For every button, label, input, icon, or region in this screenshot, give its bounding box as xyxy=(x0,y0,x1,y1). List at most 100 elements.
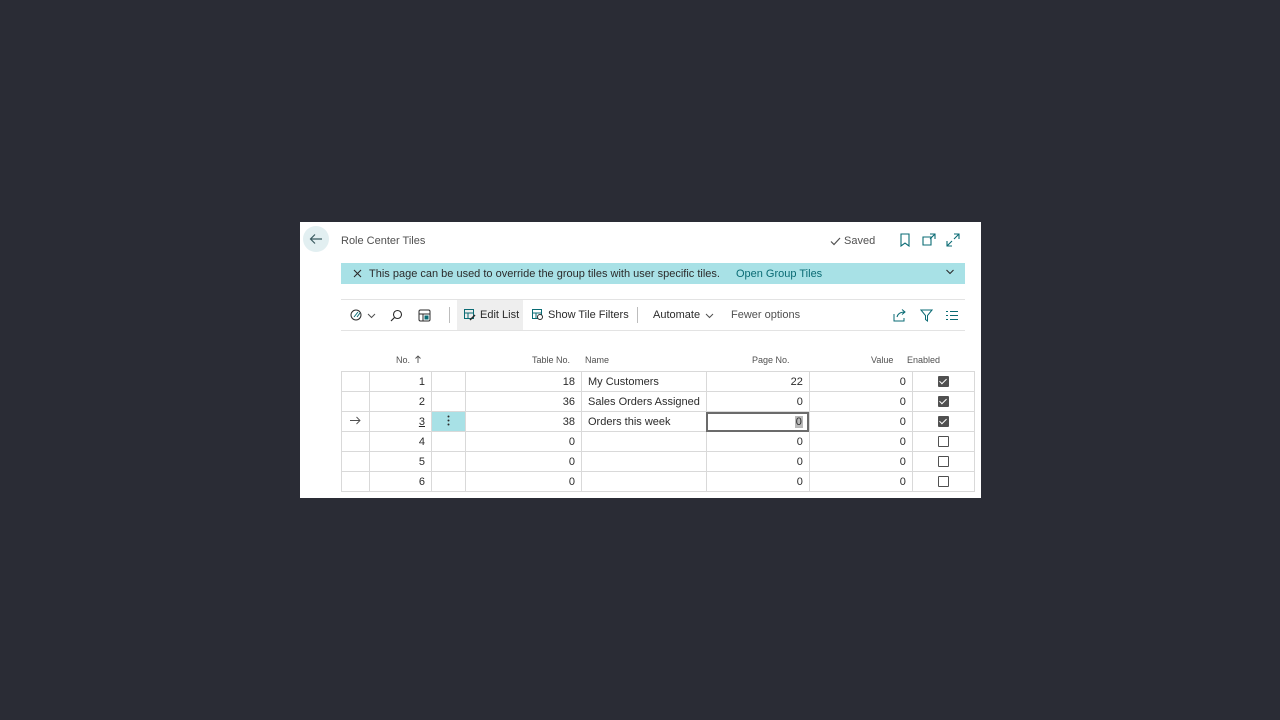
cell-page-no-input[interactable]: 0 xyxy=(705,411,810,432)
cell-no[interactable]: 2 xyxy=(369,391,432,412)
cell-enabled[interactable] xyxy=(911,411,975,432)
copilot-icon xyxy=(350,309,362,321)
column-header-table-no[interactable]: Table No. xyxy=(532,355,570,365)
cell-table-no[interactable]: 38 xyxy=(465,411,582,432)
cell-table-no[interactable]: 36 xyxy=(465,391,582,412)
table-row-selected[interactable]: 3 38 Orders this week 0 0 xyxy=(341,411,975,432)
enabled-checkbox[interactable] xyxy=(937,376,949,388)
cell-name[interactable]: Orders this week xyxy=(581,411,707,432)
toolbar-separator xyxy=(449,307,450,323)
cell-name[interactable]: Sales Orders Assigned xyxy=(581,391,707,412)
cell-table-no[interactable]: 18 xyxy=(465,371,582,392)
edit-list-icon xyxy=(464,309,476,321)
cell-enabled[interactable] xyxy=(911,431,975,452)
row-indicator xyxy=(341,411,370,432)
open-new-window-button[interactable] xyxy=(921,232,936,247)
show-tile-filters-button[interactable]: Show Tile Filters xyxy=(532,300,629,330)
share-icon xyxy=(893,308,906,321)
cell-page-no[interactable]: 0 xyxy=(705,451,810,472)
cell-page-no[interactable]: 0 xyxy=(705,471,810,492)
list-view-button[interactable] xyxy=(946,300,958,330)
filter-button[interactable] xyxy=(920,300,933,330)
fewer-options-label: Fewer options xyxy=(731,309,801,321)
search-icon xyxy=(390,309,403,321)
analysis-mode-button[interactable] xyxy=(418,300,431,330)
cell-value: 0 xyxy=(808,391,913,412)
filter-icon xyxy=(920,309,933,322)
cell-enabled[interactable] xyxy=(911,391,975,412)
cell-name[interactable]: My Customers xyxy=(581,371,707,392)
row-action-cell xyxy=(431,471,466,492)
page-title: Role Center Tiles xyxy=(341,235,426,247)
enabled-checkbox[interactable] xyxy=(937,476,949,488)
column-header-enabled[interactable]: Enabled xyxy=(907,355,940,365)
chevron-down-icon xyxy=(367,313,376,318)
cell-name[interactable] xyxy=(581,451,707,472)
column-header-value[interactable]: Value xyxy=(871,355,893,365)
banner-message: This page can be used to override the gr… xyxy=(369,267,720,280)
show-tile-filters-label: Show Tile Filters xyxy=(548,309,629,321)
cell-name[interactable] xyxy=(581,431,707,452)
cell-name[interactable] xyxy=(581,471,707,492)
cell-table-no[interactable]: 0 xyxy=(465,451,582,472)
table-row[interactable]: 5 0 0 0 xyxy=(341,451,975,472)
banner-close-button[interactable] xyxy=(351,268,363,280)
enabled-checkbox[interactable] xyxy=(937,436,949,448)
table-analysis-icon xyxy=(418,309,431,321)
copilot-menu-button[interactable] xyxy=(350,300,376,330)
cell-no[interactable]: 5 xyxy=(369,451,432,472)
row-actions-button[interactable] xyxy=(431,411,466,432)
close-icon xyxy=(353,269,361,278)
edit-list-button[interactable]: Edit List xyxy=(457,300,523,330)
cell-page-no[interactable]: 22 xyxy=(705,371,810,392)
cell-enabled[interactable] xyxy=(911,371,975,392)
column-header-name[interactable]: Name xyxy=(585,355,609,365)
share-button[interactable] xyxy=(893,300,907,330)
bookmark-icon xyxy=(899,232,910,247)
automate-menu-button[interactable]: Automate xyxy=(653,300,714,330)
table-row[interactable]: 6 0 0 0 xyxy=(341,471,975,492)
table-row[interactable]: 1 18 My Customers 22 0 xyxy=(341,371,975,392)
list-icon xyxy=(946,310,958,320)
role-center-tiles-page: Role Center Tiles Saved This page can be… xyxy=(300,222,981,498)
bookmark-button[interactable] xyxy=(897,232,912,247)
cell-page-no[interactable]: 0 xyxy=(705,431,810,452)
banner-expand-button[interactable] xyxy=(945,267,955,280)
enabled-checkbox[interactable] xyxy=(937,396,949,408)
row-indicator xyxy=(341,451,370,472)
open-in-new-window-icon xyxy=(921,232,936,246)
cell-value: 0 xyxy=(808,431,913,452)
cell-value: 0 xyxy=(808,471,913,492)
edit-list-label: Edit List xyxy=(480,309,520,321)
table-row[interactable]: 2 36 Sales Orders Assigned 0 0 xyxy=(341,391,975,412)
row-indicator xyxy=(341,471,370,492)
enabled-checkbox[interactable] xyxy=(937,416,949,428)
enabled-checkbox[interactable] xyxy=(937,456,949,468)
cell-no[interactable]: 1 xyxy=(369,371,432,392)
cell-no[interactable]: 6 xyxy=(369,471,432,492)
info-banner: This page can be used to override the gr… xyxy=(341,263,965,284)
cell-page-no[interactable]: 0 xyxy=(705,391,810,412)
cell-no[interactable]: 3 xyxy=(369,411,432,432)
action-bar: Edit List Show Tile Filters Automate Few… xyxy=(341,299,965,331)
search-button[interactable] xyxy=(390,300,403,330)
cell-enabled[interactable] xyxy=(911,451,975,472)
row-action-cell xyxy=(431,371,466,392)
cell-table-no[interactable]: 0 xyxy=(465,431,582,452)
fewer-options-button[interactable]: Fewer options xyxy=(731,300,800,330)
column-header-no[interactable]: No. xyxy=(396,355,421,365)
cell-enabled[interactable] xyxy=(911,471,975,492)
back-button[interactable] xyxy=(303,226,329,252)
cell-table-no[interactable]: 0 xyxy=(465,471,582,492)
automate-label: Automate xyxy=(653,309,701,321)
open-group-tiles-link[interactable]: Open Group Tiles xyxy=(736,268,822,280)
tile-filter-icon xyxy=(532,309,543,320)
row-indicator xyxy=(341,431,370,452)
column-header-page-no[interactable]: Page No. xyxy=(752,355,790,365)
toolbar-separator xyxy=(637,307,638,323)
table-row[interactable]: 4 0 0 0 xyxy=(341,431,975,452)
expand-button[interactable] xyxy=(945,232,960,247)
cell-no[interactable]: 4 xyxy=(369,431,432,452)
arrow-left-icon xyxy=(309,234,322,244)
row-indicator xyxy=(341,391,370,412)
